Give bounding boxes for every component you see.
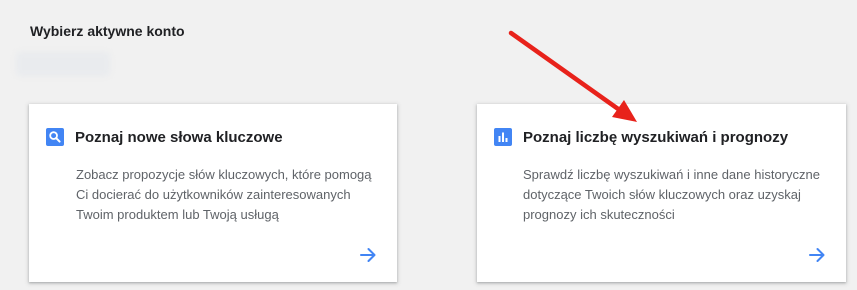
card-title: Poznaj liczbę wyszukiwań i prognozy [523,128,789,146]
bar-chart-icon [494,128,512,146]
discover-keywords-card[interactable]: Poznaj nowe słowa kluczowe Zobacz propoz… [29,104,397,282]
page-heading: Wybierz aktywne konto [30,23,185,39]
card-description: Zobacz propozycje słów kluczowych, które… [76,167,372,222]
arrow-right-icon[interactable] [807,245,827,265]
card-header: Poznaj nowe słowa kluczowe [46,128,283,146]
account-selector-blurred[interactable] [16,52,110,76]
arrow-right-icon[interactable] [358,245,378,265]
search-volume-forecast-card[interactable]: Poznaj liczbę wyszukiwań i prognozy Spra… [477,104,846,282]
card-description: Sprawdź liczbę wyszukiwań i inne dane hi… [523,167,820,222]
search-icon [46,128,64,146]
card-header: Poznaj liczbę wyszukiwań i prognozy [494,128,788,146]
card-title: Poznaj nowe słowa kluczowe [75,128,283,146]
